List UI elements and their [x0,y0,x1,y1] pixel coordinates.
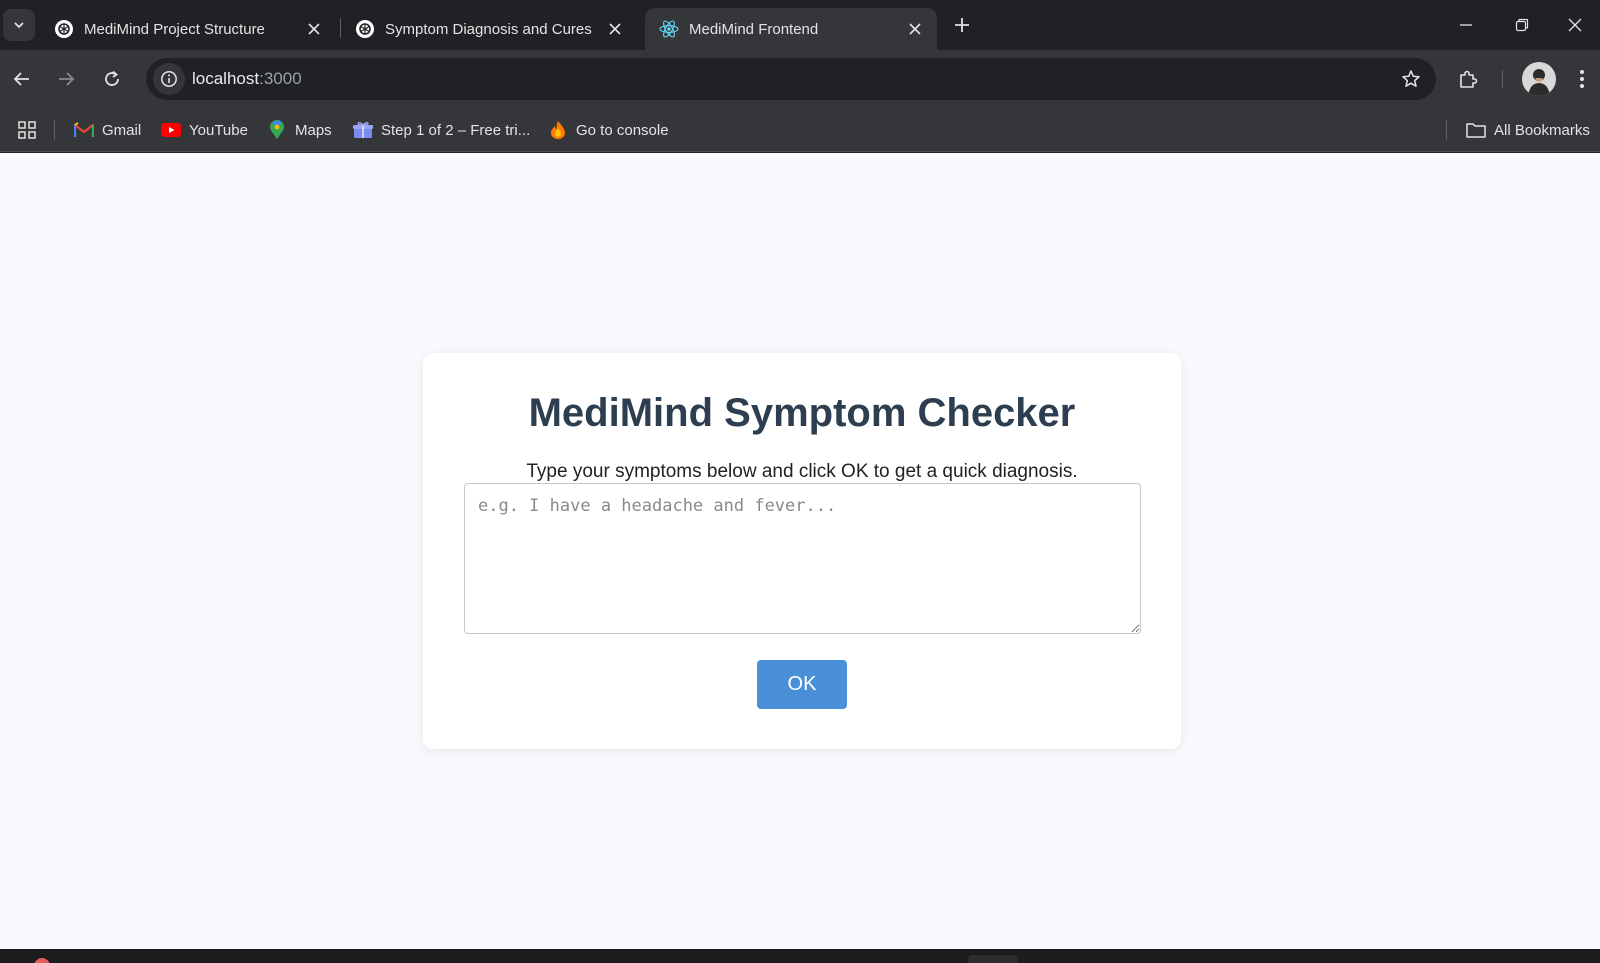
bookmark-label: Maps [295,121,332,139]
close-icon[interactable] [304,19,324,39]
minimize-icon [1460,24,1472,26]
taskbar-app-icon[interactable] [968,955,1018,963]
browser-menu-button[interactable] [1568,63,1596,95]
bookmarks-divider [54,120,55,140]
ok-button[interactable]: OK [757,660,847,709]
firebase-icon [548,120,568,140]
taskbar-app-icon[interactable] [34,958,50,963]
bookmarks-divider [1446,120,1447,140]
openai-icon [355,19,375,39]
bookmark-step-1-of-2[interactable]: Step 1 of 2 – Free tri... [353,117,530,143]
arrow-left-icon [13,72,29,86]
tab-search-button[interactable] [3,9,35,41]
bookmark-label: Gmail [102,121,142,139]
all-bookmarks-button[interactable]: All Bookmarks [1466,117,1590,143]
forward-button[interactable] [50,63,82,95]
url-port: :3000 [259,69,302,88]
tab-title: MediMind Project Structure [84,20,265,38]
arrow-right-icon [59,72,75,86]
symptoms-input[interactable] [464,483,1141,634]
react-icon [659,19,679,39]
page-viewport: MediMind Symptom Checker Type your sympt… [0,153,1600,949]
bookmark-star-icon[interactable] [1398,66,1424,92]
url-host: localhost [192,69,260,88]
browser-toolbar: localhost:3000 [0,50,1600,108]
url-text[interactable]: localhost:3000 [192,69,302,89]
symptom-checker-card: MediMind Symptom Checker Type your sympt… [423,353,1181,749]
bookmark-label: Step 1 of 2 – Free tri... [381,121,531,139]
extensions-button[interactable] [1452,63,1484,95]
tab-title: Symptom Diagnosis and Cures [385,20,592,38]
close-icon[interactable] [605,19,625,39]
chevron-down-icon [14,22,24,29]
openai-icon [54,19,74,39]
bookmark-label: Go to console [576,121,669,139]
puzzle-icon [1460,70,1478,88]
new-tab-button[interactable] [948,11,976,39]
bookmark-maps[interactable]: Maps [267,117,332,143]
bookmark-go-to-console[interactable]: Go to console [548,117,669,143]
profile-avatar[interactable] [1522,62,1556,96]
close-window-button[interactable] [1550,0,1600,50]
tab-symptom-diagnosis-and-cures[interactable]: Symptom Diagnosis and Cures [341,8,637,50]
restore-icon [1515,18,1529,32]
back-button[interactable] [6,63,38,95]
plus-icon [955,18,969,32]
bookmark-gmail[interactable]: Gmail [74,117,141,143]
minimize-button[interactable] [1438,0,1494,50]
bookmarks-bar: Gmail YouTube Maps Step 1 of 2 – Free tr… [0,108,1600,152]
tab-medimind-project-structure[interactable]: MediMind Project Structure [40,8,336,50]
bookmark-label: YouTube [189,121,248,139]
tab-medimind-frontend[interactable]: MediMind Frontend [645,8,937,50]
gift-icon [353,120,373,140]
all-bookmarks-label: All Bookmarks [1494,121,1590,139]
apps-grid-icon[interactable] [14,117,40,143]
os-taskbar [0,949,1600,963]
close-icon[interactable] [905,19,925,39]
reload-button[interactable] [96,63,128,95]
site-info-icon[interactable] [153,63,185,95]
gmail-icon [74,120,94,140]
bookmark-youtube[interactable]: YouTube [161,117,248,143]
more-vertical-icon [1580,70,1584,88]
reload-icon [105,70,119,86]
tab-strip: MediMind Project Structure Symptom Diagn… [0,0,1600,50]
page-instructions: Type your symptoms below and click OK to… [526,461,1078,482]
restore-button[interactable] [1494,0,1550,50]
tab-title: MediMind Frontend [689,20,819,38]
close-icon [1568,18,1582,32]
youtube-icon [161,120,181,140]
maps-icon [267,120,287,140]
folder-icon [1466,120,1486,140]
page-title: MediMind Symptom Checker [528,391,1076,435]
address-bar[interactable]: localhost:3000 [146,58,1436,100]
toolbar-divider [1502,70,1503,88]
